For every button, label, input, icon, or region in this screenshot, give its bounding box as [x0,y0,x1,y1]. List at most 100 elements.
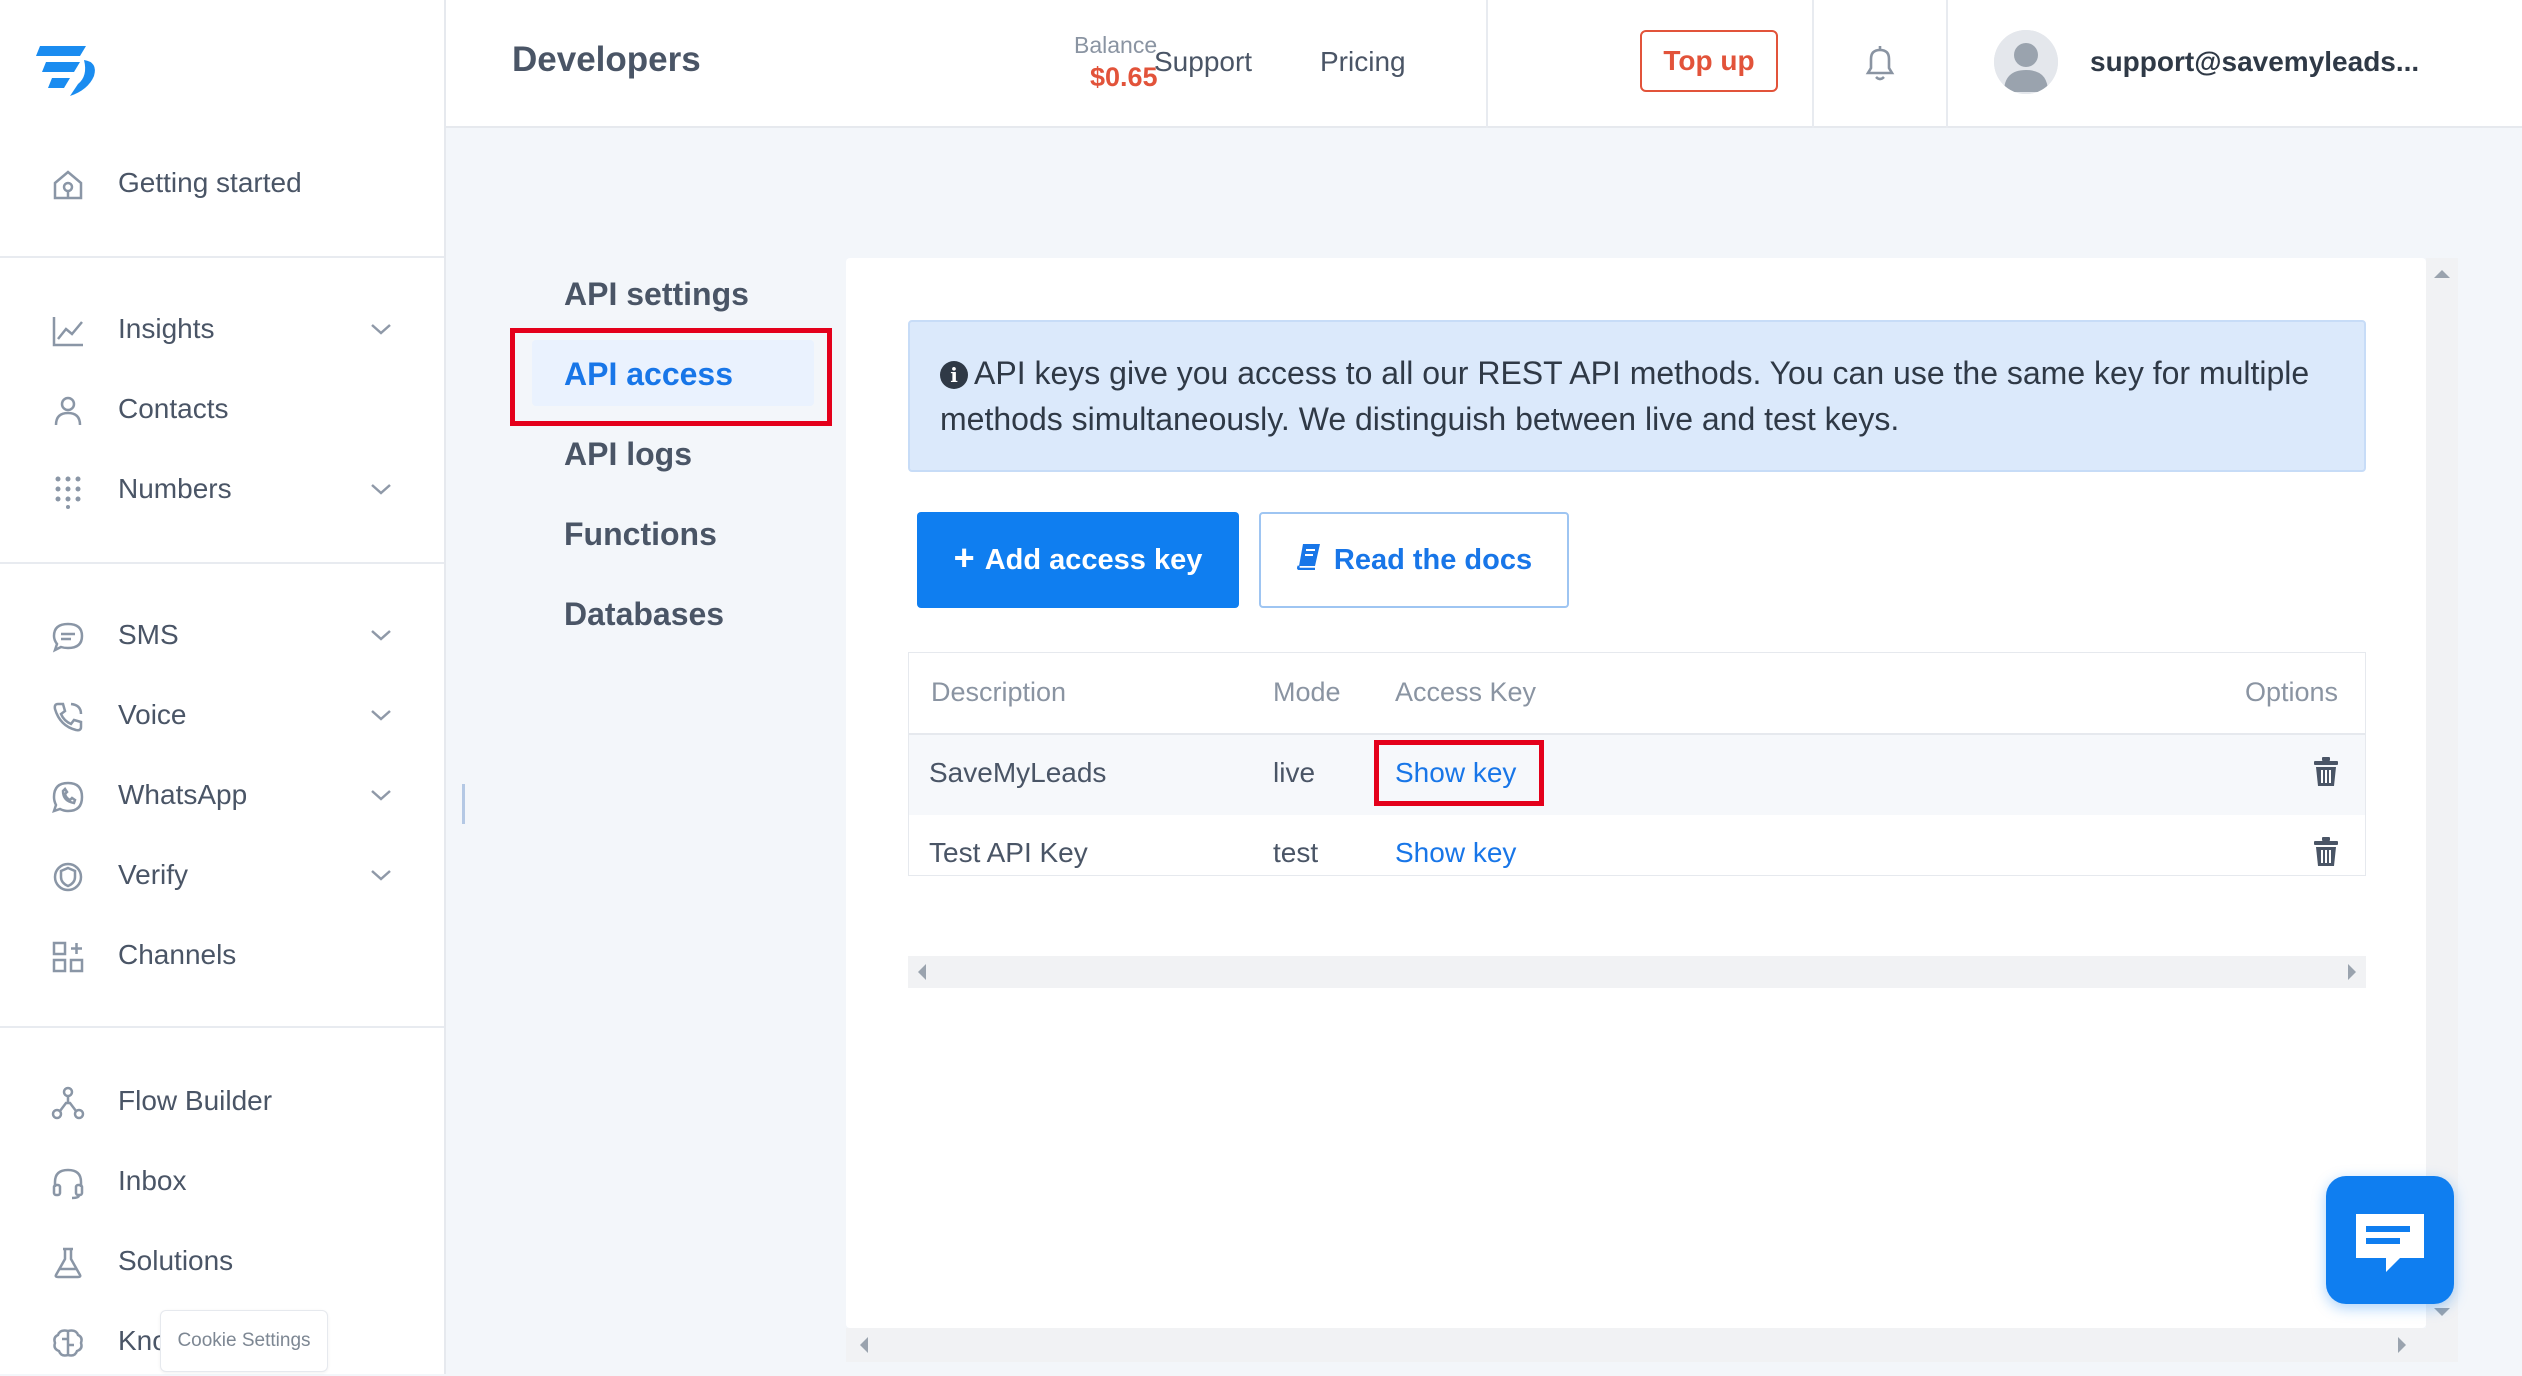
subnav-api-access[interactable]: API access [564,356,733,393]
sidebar-divider [0,1026,444,1028]
row-mode: live [1273,757,1316,788]
sidebar-divider [0,562,444,564]
column-header-access-key[interactable]: Access Key [1395,677,1536,708]
chevron-down-icon[interactable] [368,318,394,340]
subnav-api-logs[interactable]: API logs [564,436,692,473]
add-access-key-label: Add access key [984,543,1203,576]
bell-icon[interactable] [1860,42,1900,84]
cookie-settings-button[interactable]: Cookie Settings [160,1310,328,1372]
column-header-options: Options [2245,677,2339,707]
top-up-button[interactable]: Top up [1640,30,1778,92]
sidebar-item-getting-started[interactable]: Getting started [0,148,444,218]
info-alert: i API keys give you access to all our RES… [908,320,2366,472]
rocket-house-icon [50,167,86,203]
balance-value: $0.65 [1090,62,1158,92]
chevron-down-icon[interactable] [368,624,394,646]
row-mode: test [1273,837,1319,868]
info-icon: i [940,361,968,389]
brand-logo-icon[interactable] [36,40,102,98]
add-access-key-button[interactable]: + Add access key [917,512,1239,608]
subnav-api-settings[interactable]: API settings [564,276,749,313]
whatsapp-icon [50,779,86,815]
table-horizontal-scrollbar[interactable] [908,956,2366,988]
read-docs-label: Read the docs [1333,543,1533,576]
scroll-up-arrow[interactable] [2434,270,2450,278]
shield-icon [50,859,86,895]
sidebar-item-verify[interactable]: Verify [0,840,444,910]
subnav-databases[interactable]: Databases [564,596,724,633]
flask-icon [50,1245,86,1281]
column-header-mode[interactable]: Mode [1273,677,1341,708]
sidebar-item-label: Channels [118,939,237,970]
grid-plus-icon [50,939,86,975]
chevron-down-icon[interactable] [368,704,394,726]
user-icon [50,393,86,429]
panel-horizontal-scrollbar[interactable] [846,1328,2458,1362]
sidebar-item-label: Verify [118,859,189,890]
pricing-link[interactable]: Pricing [1320,46,1406,78]
chat-widget-button[interactable] [2326,1176,2454,1304]
user-email[interactable]: support@savemyleads... [2090,46,2419,78]
sidebar-item-whatsapp[interactable]: WhatsApp [0,760,444,830]
header-divider [1946,0,1948,128]
chat-bubble-icon [50,619,86,655]
sidebar-item-label: SMS [118,619,179,650]
scroll-left-arrow[interactable] [918,964,926,980]
sidebar-item-label: Solutions [118,1245,234,1276]
show-key-link[interactable]: Show key [1395,837,1516,869]
sidebar: Getting started Insights Contacts Number… [0,0,446,1374]
header-divider [1812,0,1814,128]
sidebar-item-label: Getting started [118,167,302,198]
brain-icon [50,1325,86,1361]
phone-icon [50,699,86,735]
sidebar-item-label: Numbers [118,473,232,504]
sidebar-item-numbers[interactable]: Numbers [0,454,444,524]
headset-icon [50,1165,86,1201]
chart-line-icon [50,313,86,349]
trash-icon[interactable] [2313,757,2339,787]
plus-icon: + [953,537,975,578]
dialpad-icon [50,473,86,509]
balance-label: Balance [1074,32,1158,58]
scroll-left-arrow[interactable] [860,1337,868,1353]
chevron-down-icon[interactable] [368,864,394,886]
show-key-link[interactable]: Show key [1395,757,1516,789]
book-icon [1296,542,1322,578]
sidebar-divider [0,256,444,258]
subnav-functions[interactable]: Functions [564,516,717,553]
row-description: Test API Key [929,837,1088,868]
read-docs-button[interactable]: Read the docs [1259,512,1569,608]
flow-icon [50,1085,86,1121]
panel-vertical-scrollbar[interactable] [2426,258,2458,1328]
scroll-right-arrow[interactable] [2398,1337,2406,1353]
sidebar-item-label: WhatsApp [118,779,248,810]
sidebar-item-solutions[interactable]: Solutions [0,1226,444,1296]
column-header-description[interactable]: Description [931,677,1066,708]
chevron-down-icon[interactable] [368,478,394,500]
trash-icon[interactable] [2313,837,2339,867]
page-title: Developers [512,40,701,79]
avatar[interactable] [1994,30,2058,94]
sidebar-item-label: Inbox [118,1165,187,1196]
info-text: API keys give you access to all our REST… [940,355,2310,437]
sidebar-item-channels[interactable]: Channels [0,920,444,990]
sidebar-resize-handle[interactable] [462,784,465,824]
sidebar-item-label: Flow Builder [118,1085,273,1116]
row-description: SaveMyLeads [929,757,1107,788]
chat-icon [2356,1214,2424,1272]
scroll-right-arrow[interactable] [2348,964,2356,980]
chevron-down-icon[interactable] [368,784,394,806]
top-header: Developers Support Pricing Balance $0.65… [446,0,2522,128]
sidebar-item-sms[interactable]: SMS [0,600,444,670]
sidebar-item-label: Contacts [118,393,229,424]
sidebar-item-flow-builder[interactable]: Flow Builder [0,1066,444,1136]
sidebar-item-contacts[interactable]: Contacts [0,374,444,444]
sidebar-item-inbox[interactable]: Inbox [0,1146,444,1216]
scroll-down-arrow[interactable] [2434,1308,2450,1316]
table-row: Test API Key test Show key [909,815,2365,895]
table-row: SaveMyLeads live Show key [909,735,2365,815]
support-link[interactable]: Support [1154,46,1252,78]
sidebar-item-insights[interactable]: Insights [0,294,444,364]
header-divider [1486,0,1488,128]
sidebar-item-voice[interactable]: Voice [0,680,444,750]
